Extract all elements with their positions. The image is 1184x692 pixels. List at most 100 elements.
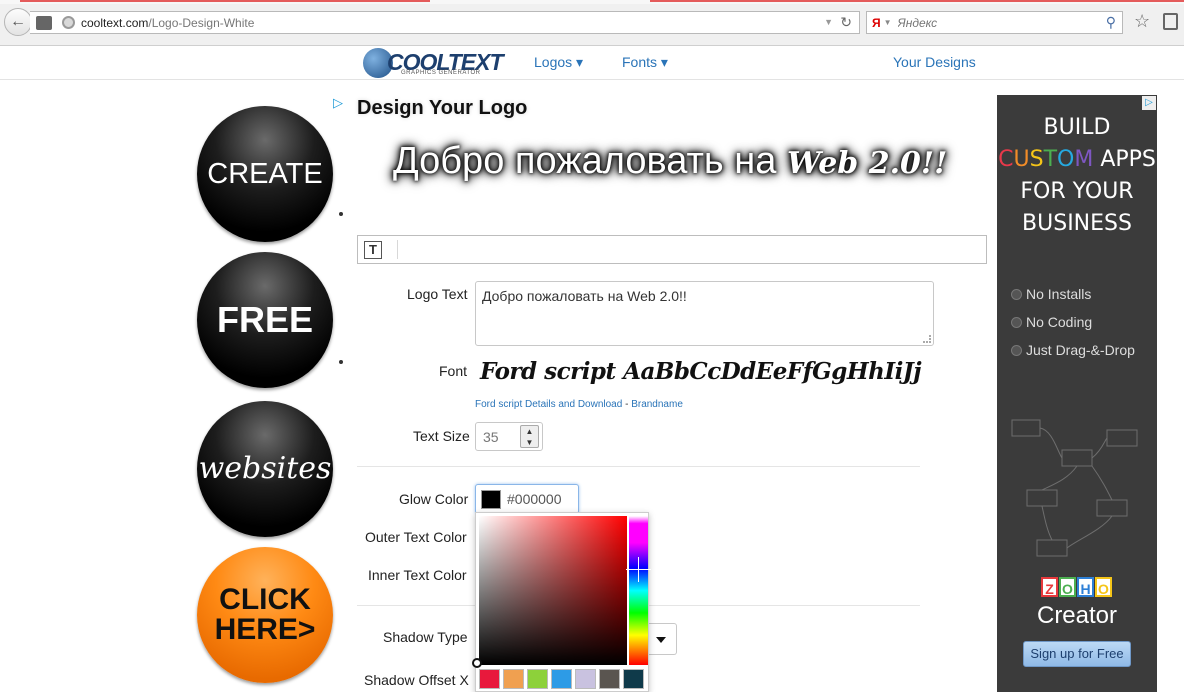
ad-creator-text: Creator <box>1036 602 1118 629</box>
swatch-palette <box>479 669 644 689</box>
ad-headline: BUILD CUSTOM APPS FOR YOUR BUSINESS <box>997 112 1157 240</box>
history-dropdown-icon[interactable]: ▼ <box>824 17 833 27</box>
url-domain: cooltext.com <box>81 15 149 30</box>
cooltext-logo[interactable]: COOLTEXT GRAPHICS GENERATOR <box>363 48 504 78</box>
ad-feature: No Coding <box>1011 314 1092 330</box>
bullet-icon <box>1011 317 1022 328</box>
bookmarks-menu-icon[interactable] <box>1163 13 1178 30</box>
nav-fonts[interactable]: Fonts ▾ <box>622 54 668 71</box>
color-swatch[interactable] <box>479 669 500 689</box>
hue-slider[interactable] <box>629 516 648 665</box>
globe-icon <box>62 16 75 29</box>
zoho-letter: O <box>1095 577 1112 597</box>
zoho-creator-ad[interactable]: ▷ BUILD CUSTOM APPS FOR YOUR BUSINESS No… <box>997 95 1157 692</box>
ad-line-custom-apps: CUSTOM APPS <box>997 144 1157 176</box>
ad-letter: O <box>1057 147 1075 172</box>
color-swatch[interactable] <box>503 669 524 689</box>
zoho-letter: Z <box>1041 577 1058 597</box>
divider <box>357 466 920 467</box>
click-label: CLICK <box>219 583 311 616</box>
logo-preview: Добро пожаловать на Web 2.0!! <box>393 140 947 183</box>
ad-letter: S <box>1029 147 1044 172</box>
preview-script-text: Web 2.0!! <box>786 146 948 181</box>
color-cursor-icon[interactable] <box>472 658 482 668</box>
saturation-value-area[interactable] <box>479 516 627 665</box>
resize-grip-icon[interactable] <box>923 335 931 343</box>
logo-text-input[interactable]: Добро пожаловать на Web 2.0!! <box>475 281 934 346</box>
flowchart-illustration <box>1011 419 1138 557</box>
ad-letter: C <box>998 147 1014 172</box>
ad-letter: M <box>1074 147 1094 172</box>
create-ad-button[interactable]: CREATE <box>197 106 333 242</box>
size-spinner-icon[interactable]: ▲ ▼ <box>520 425 539 448</box>
text-size-label: Text Size <box>413 428 470 444</box>
tab-strip <box>0 0 1184 4</box>
color-swatch[interactable] <box>623 669 644 689</box>
ad-feature-text: Just Drag-&-Drop <box>1026 342 1135 358</box>
websites-label: websites <box>198 451 332 486</box>
glow-color-swatch <box>481 490 501 509</box>
search-engine-dropdown-icon[interactable]: ▼ <box>884 18 892 27</box>
text-size-input[interactable]: 35 ▲ ▼ <box>475 422 543 451</box>
ad-line-business: BUSINESS <box>1022 211 1132 236</box>
site-identity-icon[interactable] <box>36 15 52 30</box>
browser-toolbar: ← cooltext.com/Logo-Design-White ▼ ↻ Я ▼… <box>0 0 1184 46</box>
logo-text-label: Logo Text <box>407 286 468 302</box>
search-icon[interactable]: ⚲ <box>1106 14 1116 31</box>
shadow-type-select[interactable] <box>649 623 677 655</box>
adchoices-icon[interactable]: ▷ <box>1142 96 1156 110</box>
color-swatch[interactable] <box>599 669 620 689</box>
tab-indicator <box>20 0 430 2</box>
ad-apps: APPS <box>1093 147 1156 172</box>
font-details-link[interactable]: Ford script Details and Download <box>475 399 622 410</box>
websites-ad-button[interactable]: websites <box>197 401 333 537</box>
font-brand-link[interactable]: Brandname <box>631 399 683 410</box>
free-label: FREE <box>216 299 313 340</box>
bullet <box>339 212 343 216</box>
nav-logos[interactable]: Logos ▾ <box>534 54 583 71</box>
ad-feature-text: No Installs <box>1026 286 1092 302</box>
color-swatch[interactable] <box>575 669 596 689</box>
zoho-letter: O <box>1059 577 1076 597</box>
free-ad-button[interactable]: FREE <box>197 252 333 388</box>
outer-text-color-label: Outer Text Color <box>365 529 467 545</box>
nav-your-designs[interactable]: Your Designs <box>893 54 976 70</box>
create-label: CREATE <box>207 157 323 190</box>
hue-handle-icon[interactable] <box>626 557 651 582</box>
ad-feature: Just Drag-&-Drop <box>1011 342 1135 358</box>
chevron-down-icon <box>656 637 666 643</box>
color-picker <box>472 512 651 692</box>
glow-color-input[interactable]: #000000 <box>475 484 579 514</box>
logo-text-value: Добро пожаловать на Web 2.0!! <box>482 288 687 304</box>
search-bar[interactable]: Я ▼ ⚲ <box>866 11 1123 34</box>
url-text[interactable]: cooltext.com/Logo-Design-White <box>81 16 254 30</box>
color-swatch[interactable] <box>527 669 548 689</box>
bullet-icon <box>1011 345 1022 356</box>
ad-line-build: BUILD <box>1043 115 1111 140</box>
bookmark-star-icon[interactable]: ☆ <box>1134 11 1150 32</box>
adchoices-icon[interactable]: ▷ <box>333 95 343 111</box>
ad-feature: No Installs <box>1011 286 1091 302</box>
editor-toolbar: T <box>357 235 987 264</box>
shadow-offset-x-label: Shadow Offset X <box>364 672 469 688</box>
add-text-icon[interactable]: T <box>364 241 382 259</box>
preview-text: Добро пожаловать на <box>393 140 787 182</box>
yandex-icon[interactable]: Я <box>872 16 881 30</box>
color-swatch[interactable] <box>551 669 572 689</box>
bullet-icon <box>1011 289 1022 300</box>
here-label: HERE> <box>214 613 316 646</box>
shadow-type-label: Shadow Type <box>383 629 468 645</box>
reload-icon[interactable]: ↻ <box>840 14 852 31</box>
toolbar-separator <box>397 240 398 259</box>
inner-text-color-label: Inner Text Color <box>368 567 467 583</box>
signup-button[interactable]: Sign up for Free <box>1023 641 1131 667</box>
ad-letter: T <box>1043 147 1058 172</box>
font-selector[interactable]: Ford script AaBbCcDdEeFfGgHhIiJj <box>480 358 922 385</box>
click-here-ad-button[interactable]: CLICK HERE> <box>197 547 333 683</box>
search-input[interactable] <box>897 15 1093 30</box>
site-header: COOLTEXT GRAPHICS GENERATOR Logos ▾ Font… <box>0 46 1184 80</box>
back-button[interactable]: ← <box>4 8 32 36</box>
url-path: /Logo-Design-White <box>148 15 255 30</box>
glow-color-hex: #000000 <box>507 491 562 507</box>
address-bar[interactable]: cooltext.com/Logo-Design-White ▼ ↻ <box>30 11 860 34</box>
